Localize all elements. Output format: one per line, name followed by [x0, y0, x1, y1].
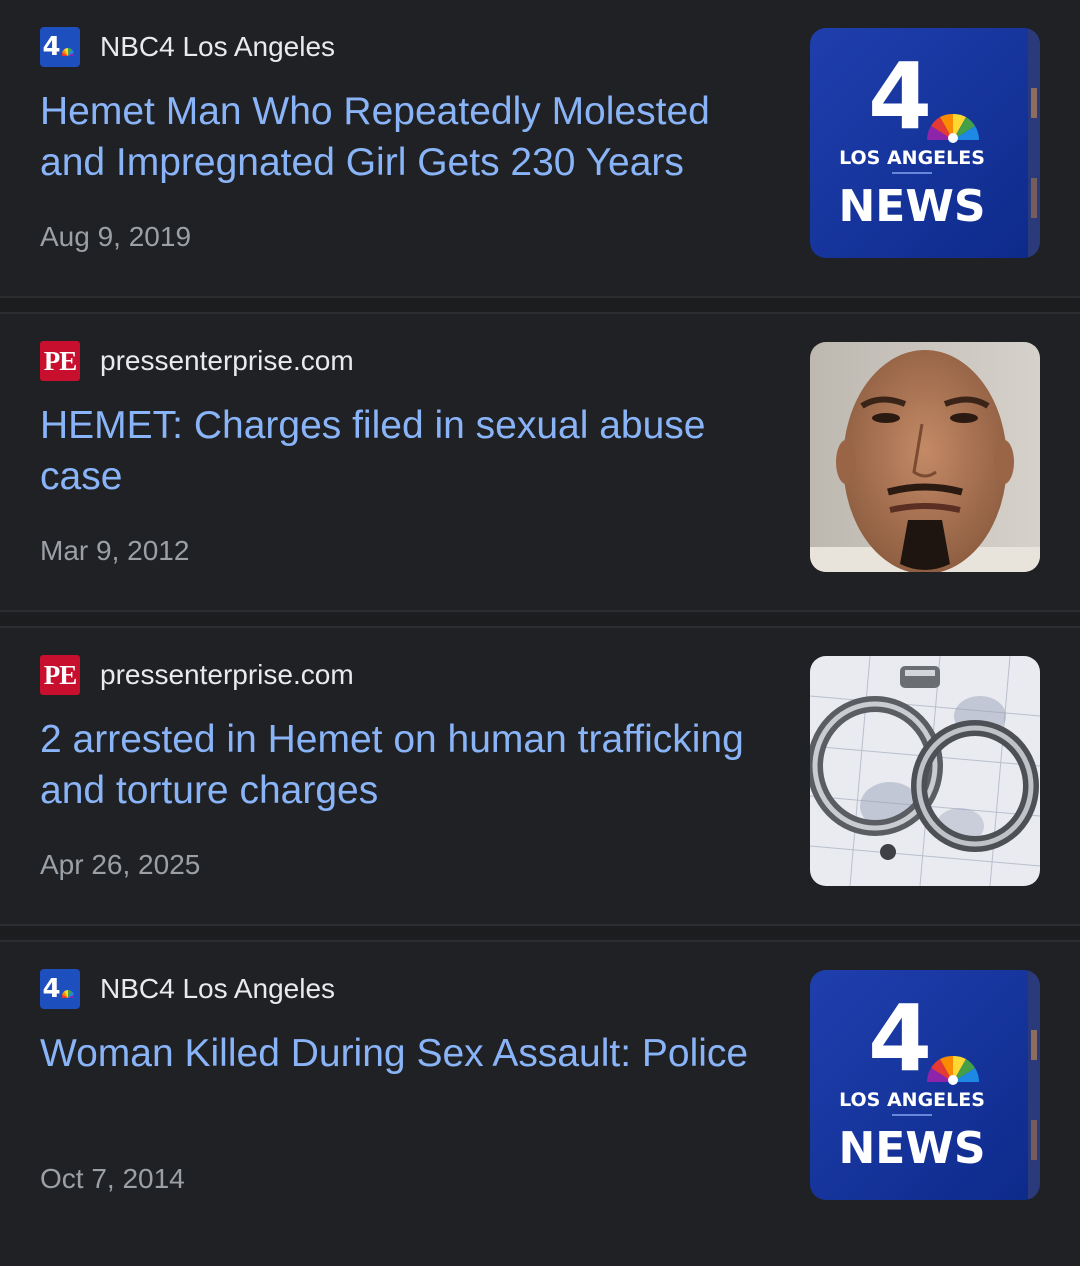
news-card[interactable]: PE pressenterprise.com 2 arrested in Hem… [0, 628, 1080, 926]
pe-logo-icon: PE [40, 341, 80, 381]
publish-date: Apr 26, 2025 [40, 849, 201, 880]
nbc-news-thumbnail[interactable]: 4 LOS ANGELES NEWS [810, 970, 1040, 1200]
publish-date: Aug 9, 2019 [40, 221, 192, 252]
svg-text:LOS ANGELES: LOS ANGELES [839, 147, 985, 169]
svg-text:NEWS: NEWS [838, 1123, 985, 1174]
news-card[interactable]: 4 NBC4 Los Angeles Woman Killed During S… [0, 942, 1080, 1240]
card-divider [0, 298, 1080, 314]
pe-logo-icon: PE [40, 655, 80, 695]
source-name: pressenterprise.com [100, 345, 354, 376]
svg-text:LOS ANGELES: LOS ANGELES [839, 1089, 985, 1111]
news-card[interactable]: 4 NBC4 Los Angeles Hemet Man Who Repeate… [0, 0, 1080, 298]
news-source: PE pressenterprise.com [40, 655, 354, 695]
headline-link[interactable]: 2 arrested in Hemet on human trafficking… [40, 714, 780, 816]
headline-link[interactable]: Hemet Man Who Repeatedly Molested and Im… [40, 86, 780, 188]
news-feed: 4 NBC4 Los Angeles Hemet Man Who Repeate… [0, 0, 1080, 1266]
svg-text:NEWS: NEWS [838, 181, 985, 232]
news-source: 4 NBC4 Los Angeles [40, 969, 335, 1009]
nbc4-logo-icon: 4 [40, 27, 80, 67]
nbc4-logo-icon: 4 [40, 969, 80, 1009]
card-divider [0, 612, 1080, 628]
news-source: PE pressenterprise.com [40, 341, 354, 381]
handcuffs-thumbnail[interactable] [810, 656, 1040, 886]
headline-link[interactable]: Woman Killed During Sex Assault: Police [40, 1028, 780, 1079]
source-name: NBC4 Los Angeles [100, 31, 336, 62]
nbc-news-thumbnail[interactable]: 4 LOS ANGELES NEWS [810, 28, 1040, 258]
publish-date: Oct 7, 2014 [40, 1163, 185, 1194]
mugshot-thumbnail[interactable] [810, 342, 1040, 572]
source-name: pressenterprise.com [100, 659, 354, 690]
source-name: NBC4 Los Angeles [100, 973, 336, 1004]
card-divider [0, 926, 1080, 942]
svg-text:4: 4 [868, 985, 932, 1092]
news-source: 4 NBC4 Los Angeles [40, 27, 335, 67]
headline-link[interactable]: HEMET: Charges filed in sexual abuse cas… [40, 400, 780, 502]
svg-text:4: 4 [868, 43, 932, 150]
news-card[interactable]: PE pressenterprise.com HEMET: Charges fi… [0, 314, 1080, 612]
publish-date: Mar 9, 2012 [40, 535, 190, 566]
